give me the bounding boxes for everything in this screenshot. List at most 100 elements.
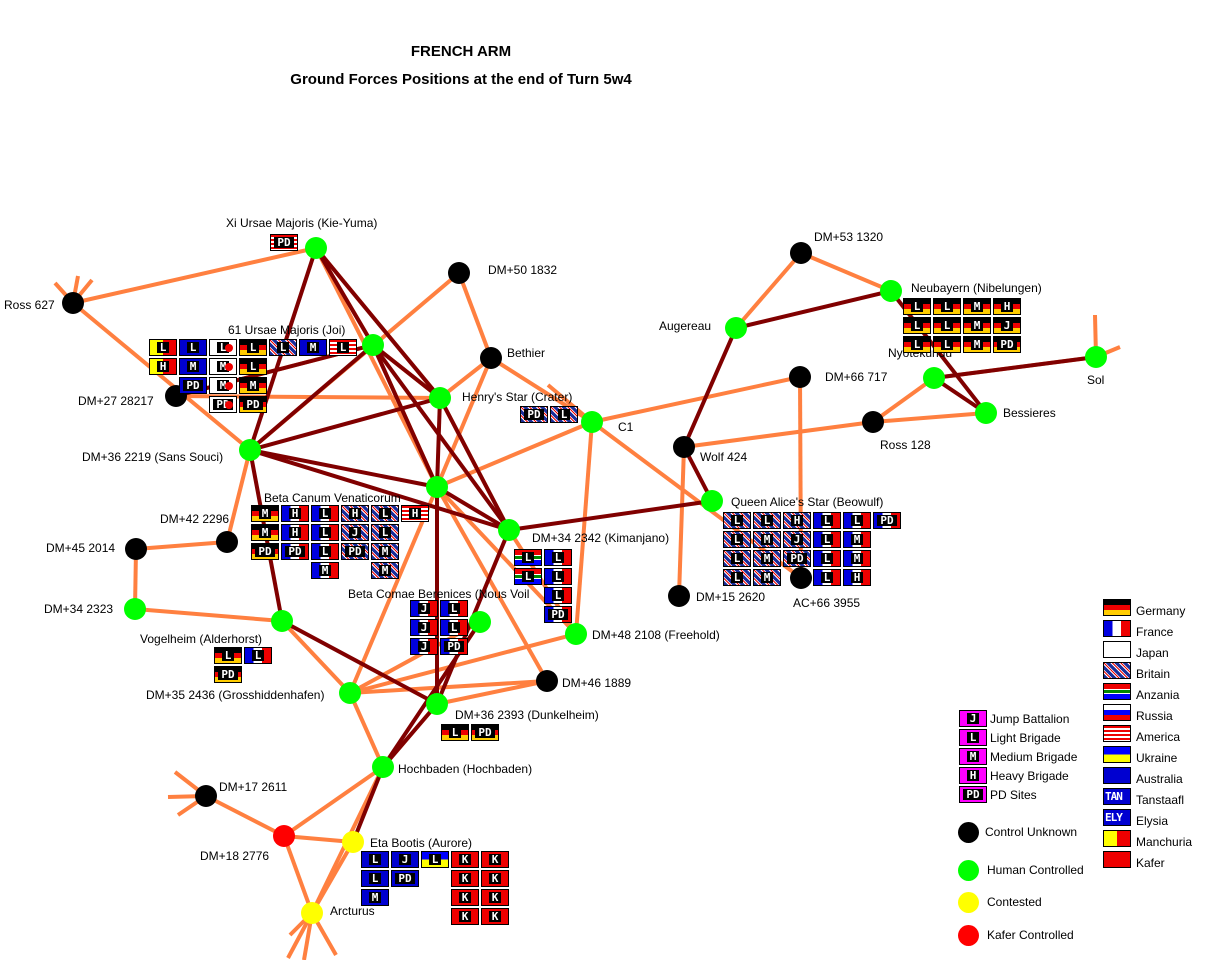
unit-counter-ely-J[interactable]: J bbox=[391, 851, 419, 868]
unit-counter-fra-J[interactable]: J bbox=[410, 619, 438, 636]
unit-counter-fra-L[interactable]: L bbox=[311, 505, 339, 522]
system-node-grossh[interactable] bbox=[339, 682, 361, 704]
unit-counter-gbr-L[interactable]: L bbox=[723, 512, 751, 529]
unit-counter-jpn-M[interactable]: M bbox=[209, 377, 237, 394]
unit-counter-ger-L[interactable]: L bbox=[903, 298, 931, 315]
system-node-dm42[interactable] bbox=[216, 531, 238, 553]
unit-counter-anz-L[interactable]: L bbox=[514, 568, 542, 585]
system-node-dm66[interactable] bbox=[789, 366, 811, 388]
unit-counter-ger-PD[interactable]: PD bbox=[993, 336, 1021, 353]
unit-counter-ely-M[interactable]: M bbox=[361, 889, 389, 906]
unit-counter-gbr-PD[interactable]: PD bbox=[341, 543, 369, 560]
unit-counter-fra-L[interactable]: L bbox=[813, 531, 841, 548]
unit-counter-fra-L[interactable]: L bbox=[813, 550, 841, 567]
system-node-dm34_2323[interactable] bbox=[124, 598, 146, 620]
unit-counter-fra-H[interactable]: H bbox=[281, 505, 309, 522]
system-node-ross627[interactable] bbox=[62, 292, 84, 314]
unit-counter-ger-M[interactable]: M bbox=[251, 505, 279, 522]
unit-counter-ger-L[interactable]: L bbox=[933, 317, 961, 334]
unit-counter-jpn-PD[interactable]: PD bbox=[209, 396, 237, 413]
unit-counter-kaf-K[interactable]: K bbox=[481, 851, 509, 868]
unit-counter-kaf-K[interactable]: K bbox=[451, 908, 479, 925]
unit-counter-ely-PD[interactable]: PD bbox=[391, 870, 419, 887]
unit-counter-gbr-M[interactable]: M bbox=[753, 531, 781, 548]
unit-counter-ger-L[interactable]: L bbox=[933, 336, 961, 353]
system-node-xi_uma[interactable] bbox=[305, 237, 327, 259]
unit-counter-ger-M[interactable]: M bbox=[963, 317, 991, 334]
system-node-ross128[interactable] bbox=[862, 411, 884, 433]
unit-counter-ger-M[interactable]: M bbox=[239, 377, 267, 394]
unit-counter-ely-L[interactable]: L bbox=[361, 851, 389, 868]
unit-counter-gbr-L[interactable]: L bbox=[550, 406, 578, 423]
system-node-ac66[interactable] bbox=[790, 567, 812, 589]
unit-counter-gbr-H[interactable]: H bbox=[783, 512, 811, 529]
unit-counter-gbr-H[interactable]: H bbox=[341, 505, 369, 522]
unit-counter-fra-M[interactable]: M bbox=[843, 550, 871, 567]
system-node-dm53[interactable] bbox=[790, 242, 812, 264]
unit-counter-fra-L[interactable]: L bbox=[813, 512, 841, 529]
unit-counter-ely-PD[interactable]: PD bbox=[179, 377, 207, 394]
unit-counter-fra-L[interactable]: L bbox=[544, 549, 572, 566]
system-node-bethier[interactable] bbox=[480, 347, 502, 369]
unit-counter-fra-M[interactable]: M bbox=[843, 531, 871, 548]
unit-counter-ger-L[interactable]: L bbox=[239, 358, 267, 375]
system-node-dm50[interactable] bbox=[448, 262, 470, 284]
unit-counter-gbr-L[interactable]: L bbox=[371, 505, 399, 522]
unit-counter-gbr-L[interactable]: L bbox=[723, 569, 751, 586]
unit-counter-ger-PD[interactable]: PD bbox=[251, 543, 279, 560]
unit-counter-fra-L[interactable]: L bbox=[544, 587, 572, 604]
system-node-vogelheim[interactable] bbox=[271, 610, 293, 632]
unit-counter-ger-PD[interactable]: PD bbox=[214, 666, 242, 683]
system-node-dm45[interactable] bbox=[125, 538, 147, 560]
unit-counter-man-H[interactable]: H bbox=[149, 358, 177, 375]
system-node-hochbaden[interactable] bbox=[372, 756, 394, 778]
system-node-61uma[interactable] bbox=[362, 334, 384, 356]
unit-counter-ger-L[interactable]: L bbox=[933, 298, 961, 315]
unit-counter-fra-M[interactable]: M bbox=[311, 562, 339, 579]
unit-counter-gbr-PD[interactable]: PD bbox=[783, 550, 811, 567]
unit-counter-kaf-K[interactable]: K bbox=[481, 908, 509, 925]
unit-counter-us-PD[interactable]: PD bbox=[270, 234, 298, 251]
unit-counter-kaf-K[interactable]: K bbox=[451, 851, 479, 868]
system-node-neubayern[interactable] bbox=[880, 280, 902, 302]
unit-counter-anz-L[interactable]: L bbox=[514, 549, 542, 566]
system-node-dm18[interactable] bbox=[273, 825, 295, 847]
unit-counter-aus-M[interactable]: M bbox=[299, 339, 327, 356]
unit-counter-us-H[interactable]: H bbox=[401, 505, 429, 522]
system-node-henry[interactable] bbox=[429, 387, 451, 409]
system-node-bcb[interactable] bbox=[469, 611, 491, 633]
unit-counter-fra-L[interactable]: L bbox=[311, 543, 339, 560]
system-node-arcturus[interactable] bbox=[301, 902, 323, 924]
system-node-dm15[interactable] bbox=[668, 585, 690, 607]
unit-counter-ger-M[interactable]: M bbox=[251, 524, 279, 541]
system-node-bessieres[interactable] bbox=[975, 402, 997, 424]
unit-counter-kaf-K[interactable]: K bbox=[451, 889, 479, 906]
unit-counter-fra-L[interactable]: L bbox=[440, 619, 468, 636]
unit-counter-ger-L[interactable]: L bbox=[441, 724, 469, 741]
system-node-freehold[interactable] bbox=[565, 623, 587, 645]
system-node-dm46[interactable] bbox=[536, 670, 558, 692]
unit-counter-fra-PD[interactable]: PD bbox=[440, 638, 468, 655]
unit-counter-fra-L[interactable]: L bbox=[244, 647, 272, 664]
unit-counter-fra-PD[interactable]: PD bbox=[873, 512, 901, 529]
unit-counter-gbr-L[interactable]: L bbox=[723, 531, 751, 548]
unit-counter-fra-PD[interactable]: PD bbox=[281, 543, 309, 560]
unit-counter-ger-J[interactable]: J bbox=[993, 317, 1021, 334]
unit-counter-fra-L[interactable]: L bbox=[544, 568, 572, 585]
system-node-eta[interactable] bbox=[342, 831, 364, 853]
unit-counter-fra-L[interactable]: L bbox=[440, 600, 468, 617]
unit-counter-ger-H[interactable]: H bbox=[993, 298, 1021, 315]
system-node-augereau[interactable] bbox=[725, 317, 747, 339]
unit-counter-fra-L[interactable]: L bbox=[843, 512, 871, 529]
unit-counter-ely-L[interactable]: L bbox=[361, 870, 389, 887]
system-node-c1[interactable] bbox=[581, 411, 603, 433]
unit-counter-gbr-PD[interactable]: PD bbox=[520, 406, 548, 423]
unit-counter-kaf-K[interactable]: K bbox=[481, 889, 509, 906]
system-node-dunkel[interactable] bbox=[426, 693, 448, 715]
unit-counter-gbr-M[interactable]: M bbox=[371, 562, 399, 579]
unit-counter-ger-PD[interactable]: PD bbox=[471, 724, 499, 741]
unit-counter-ger-M[interactable]: M bbox=[963, 298, 991, 315]
unit-counter-jpn-M[interactable]: M bbox=[209, 358, 237, 375]
system-node-qas[interactable] bbox=[701, 490, 723, 512]
unit-counter-ger-L[interactable]: L bbox=[903, 317, 931, 334]
